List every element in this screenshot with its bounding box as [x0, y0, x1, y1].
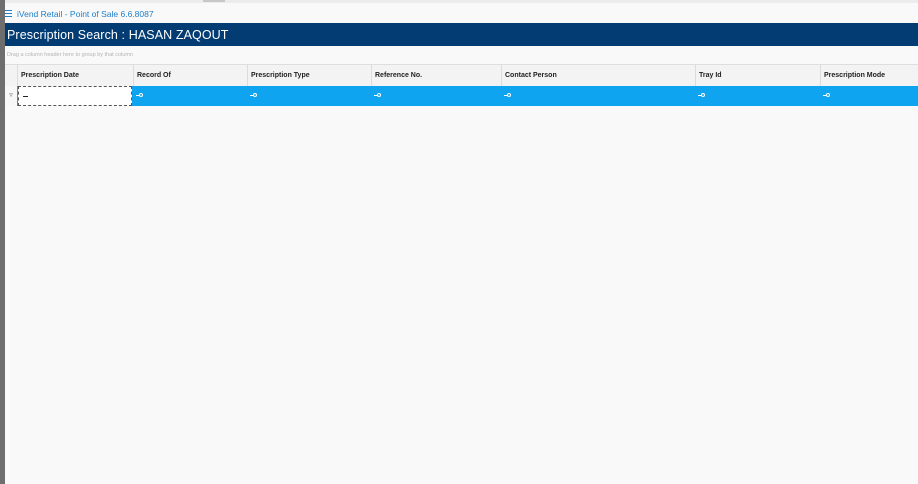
column-header-record-of[interactable]: Record Of [134, 65, 248, 86]
filter-operator-icon[interactable] [823, 93, 830, 98]
filter-row-indicator: ▿ [5, 86, 17, 106]
filter-cell-prescription-date[interactable] [18, 86, 132, 106]
column-header-prescription-date[interactable]: Prescription Date [18, 65, 134, 86]
filter-cell-tray-id[interactable] [695, 86, 820, 106]
filter-cell-contact-person[interactable] [501, 86, 695, 106]
filter-operator-icon[interactable] [250, 93, 257, 98]
filter-operator-icon[interactable] [698, 93, 705, 98]
grid-header-row: Prescription Date Record Of Prescription… [5, 64, 918, 87]
window-title: iVend Retail - Point of Sale 6.6.8087 [17, 8, 154, 19]
filter-operator-icon[interactable] [374, 93, 381, 98]
filter-cell-prescription-type[interactable] [247, 86, 371, 106]
equals-operator-icon[interactable] [23, 96, 28, 97]
page-header: Prescription Search : HASAN ZAQOUT [5, 23, 918, 46]
tab-sliver[interactable] [203, 0, 225, 2]
column-header-tray-id[interactable]: Tray Id [696, 65, 821, 86]
column-header-contact-person[interactable]: Contact Person [502, 65, 696, 86]
column-header-reference-no[interactable]: Reference No. [372, 65, 502, 86]
page-title: Prescription Search : HASAN ZAQOUT [7, 27, 229, 42]
top-tab-strip [5, 0, 918, 3]
menu-lines-icon[interactable] [5, 9, 14, 18]
filter-operator-icon[interactable] [504, 93, 511, 98]
filter-cell-prescription-mode[interactable] [820, 86, 918, 106]
column-header-prescription-type[interactable]: Prescription Type [248, 65, 372, 86]
filter-cell-reference-no[interactable] [371, 86, 501, 106]
filter-operator-icon[interactable] [136, 93, 143, 98]
filter-row: ▿ [5, 86, 918, 106]
filter-cell-record-of[interactable] [133, 86, 247, 106]
window-titlebar: iVend Retail - Point of Sale 6.6.8087 [5, 5, 918, 22]
column-header-prescription-mode[interactable]: Prescription Mode [821, 65, 918, 86]
header-indicator-cell [5, 65, 18, 86]
group-by-hint: Drag a column header here to group by th… [7, 52, 133, 58]
grid-empty-area [5, 106, 918, 484]
